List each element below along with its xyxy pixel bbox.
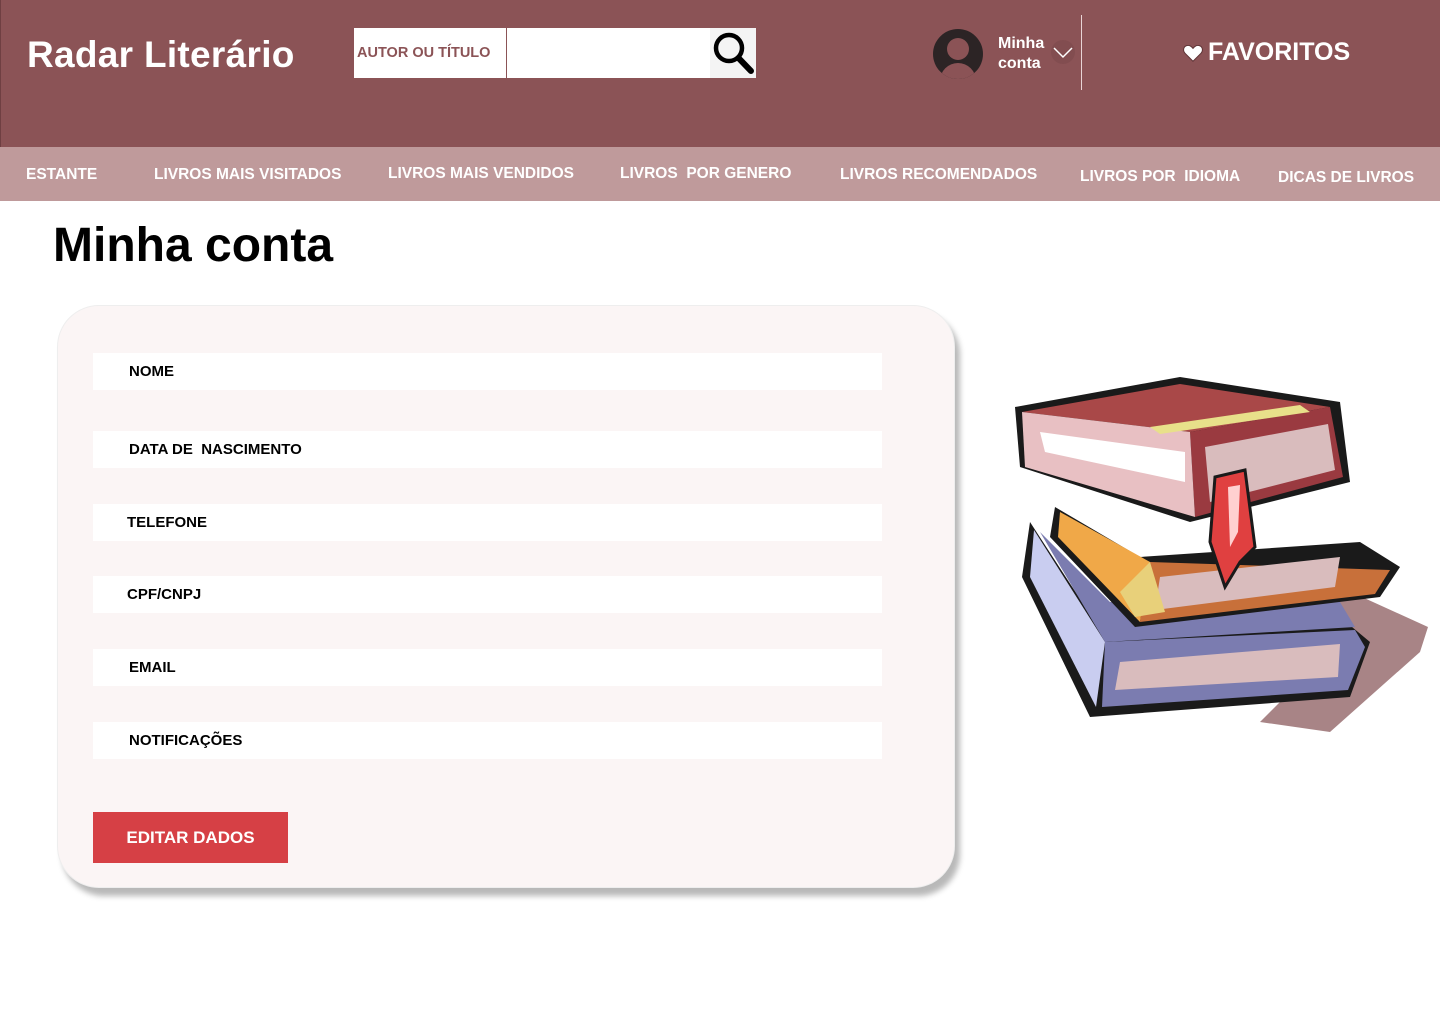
notifications-field[interactable]: NOTIFICAÇÕES xyxy=(93,722,882,759)
notifications-label: NOTIFICAÇÕES xyxy=(129,732,243,749)
account-form-card: NOME DATA DE NASCIMENTO TELEFONE CPF/CNP… xyxy=(57,305,955,888)
search-label: AUTOR OU TÍTULO xyxy=(354,28,507,78)
nav-item-estante[interactable]: ESTANTE xyxy=(26,166,97,184)
nav-item-dicas[interactable]: DICAS DE LIVROS xyxy=(1278,169,1414,187)
heart-icon xyxy=(1183,44,1203,62)
cpf-cnpj-field[interactable]: CPF/CNPJ xyxy=(93,576,882,613)
header: Radar Literário AUTOR OU TÍTULO Minha co… xyxy=(0,0,1440,147)
chevron-down-icon[interactable] xyxy=(1051,40,1075,64)
account-menu[interactable]: Minha conta xyxy=(933,28,1075,80)
nav-item-por-idioma[interactable]: LIVROS POR IDIOMA xyxy=(1080,168,1240,186)
birthdate-label: DATA DE NASCIMENTO xyxy=(129,441,302,458)
page-title: Minha conta xyxy=(53,219,334,272)
phone-label: TELEFONE xyxy=(127,514,208,531)
edit-data-button[interactable]: EDITAR DADOS xyxy=(93,812,288,863)
search-icon xyxy=(713,32,754,74)
search-input[interactable] xyxy=(507,28,710,78)
nav-item-mais-vendidos[interactable]: LIVROS MAIS VENDIDOS xyxy=(388,165,574,183)
email-label: EMAIL xyxy=(129,659,176,676)
nav-item-por-genero[interactable]: LIVROS POR GENERO xyxy=(620,165,791,183)
account-label: Minha conta xyxy=(998,35,1045,72)
avatar-icon xyxy=(933,29,983,79)
birthdate-field[interactable]: DATA DE NASCIMENTO xyxy=(93,431,882,468)
header-divider xyxy=(1081,15,1082,90)
favorites-label: FAVORITOS xyxy=(1208,38,1351,66)
search-button[interactable] xyxy=(710,28,756,78)
name-field[interactable]: NOME xyxy=(93,353,882,390)
search-bar: AUTOR OU TÍTULO xyxy=(354,28,756,78)
nav-item-recomendados[interactable]: LIVROS RECOMENDADOS xyxy=(840,166,1037,184)
name-label: NOME xyxy=(129,363,174,380)
category-nav: ESTANTE LIVROS MAIS VISITADOS LIVROS MAI… xyxy=(0,147,1440,201)
email-field[interactable]: EMAIL xyxy=(93,649,882,686)
cpf-cnpj-label: CPF/CNPJ xyxy=(127,586,202,603)
brand-logo[interactable]: Radar Literário xyxy=(27,34,295,76)
books-illustration xyxy=(1015,377,1428,732)
phone-field[interactable]: TELEFONE xyxy=(93,504,882,541)
nav-item-mais-visitados[interactable]: LIVROS MAIS VISITADOS xyxy=(154,166,341,184)
favorites-link[interactable]: FAVORITOS xyxy=(1182,38,1350,67)
